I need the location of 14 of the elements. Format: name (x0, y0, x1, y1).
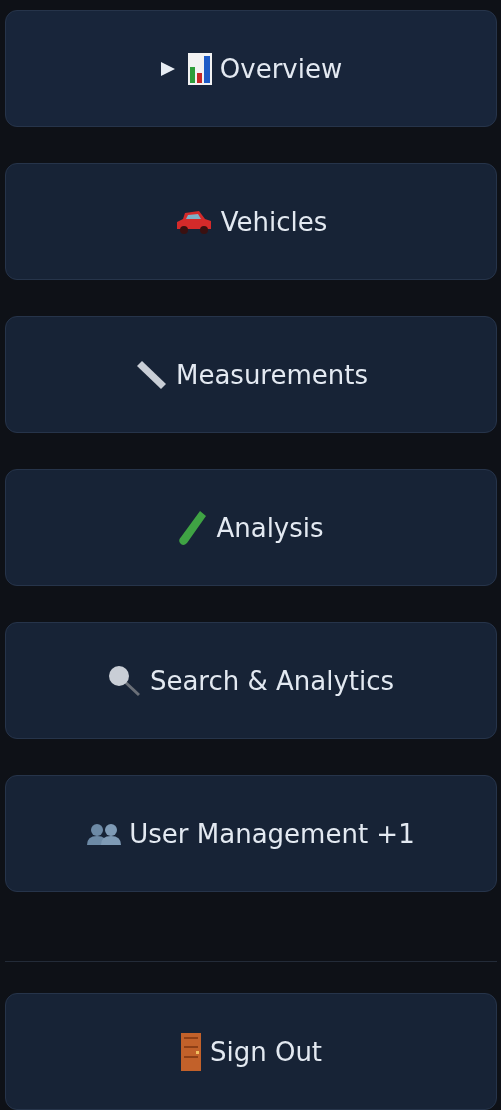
nav-button[interactable]: Measurements (5, 316, 497, 433)
nav-button[interactable]: Overview (5, 10, 497, 127)
car-icon (174, 208, 213, 235)
nav-button[interactable]: User Management +1 (5, 775, 497, 892)
search-icon (107, 664, 142, 697)
nav-button[interactable]: Analysis (5, 469, 497, 586)
bar-chart-icon (187, 52, 212, 85)
people-icon (87, 822, 122, 845)
door-icon (179, 1031, 202, 1072)
nav-button[interactable]: Search & Analytics (5, 622, 497, 739)
triangle-icon (159, 60, 176, 77)
test-tube-icon (178, 508, 209, 547)
sign-out-button[interactable]: Sign Out (5, 993, 497, 1110)
nav-button[interactable]: Vehicles (5, 163, 497, 280)
